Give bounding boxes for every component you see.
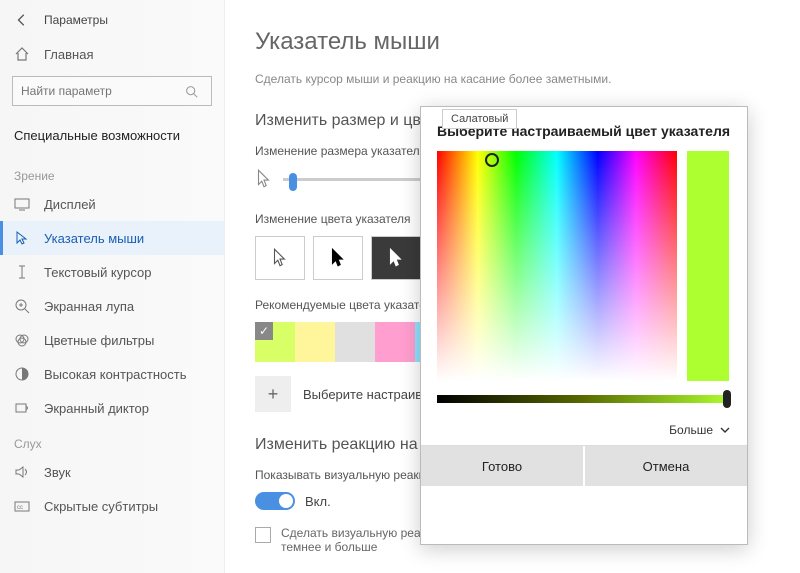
more-label: Больше (669, 423, 713, 437)
sidebar-item-label: Звук (44, 465, 71, 480)
sidebar-home[interactable]: Главная (0, 38, 224, 70)
search-icon (185, 85, 211, 98)
color-picker-popup: Выберите настраиваемый цвет указателя Бо… (420, 106, 748, 545)
sidebar-item-text-cursor[interactable]: Текстовый курсор (0, 255, 224, 289)
page-title: Указатель мыши (255, 28, 770, 56)
rec-color-3[interactable] (375, 322, 415, 362)
check-icon: ✓ (255, 322, 273, 340)
plus-icon[interactable]: + (255, 376, 291, 412)
touch-feedback-toggle[interactable] (255, 492, 295, 510)
text-cursor-icon (14, 264, 30, 280)
sidebar: Параметры Главная Специальные возможност… (0, 0, 225, 573)
header-row: Параметры (0, 8, 224, 38)
sidebar-item-display[interactable]: Дисплей (0, 187, 224, 221)
page-description: Сделать курсор мыши и реакцию на касание… (255, 72, 770, 86)
sidebar-item-label: Указатель мыши (44, 231, 144, 246)
rec-color-1[interactable] (295, 322, 335, 362)
sidebar-item-mouse-pointer[interactable]: Указатель мыши (0, 221, 224, 255)
back-icon[interactable] (14, 12, 30, 28)
magnifier-icon (14, 298, 30, 314)
narrator-icon (14, 400, 30, 416)
display-icon (14, 196, 30, 212)
group-vision: Зрение (0, 157, 224, 187)
contrast-icon (14, 366, 30, 382)
gradient-cursor[interactable] (485, 153, 499, 167)
group-hearing: Слух (0, 425, 224, 455)
pointer-icon (14, 230, 30, 246)
popup-buttons: Готово Отмена (421, 445, 747, 486)
sidebar-item-label: Текстовый курсор (44, 265, 151, 280)
color-filters-icon (14, 332, 30, 348)
cancel-button[interactable]: Отмена (583, 446, 747, 486)
search-box[interactable] (12, 76, 212, 106)
sidebar-item-color-filters[interactable]: Цветные фильтры (0, 323, 224, 357)
pointer-size-slider[interactable] (283, 178, 423, 181)
sidebar-item-high-contrast[interactable]: Высокая контрастность (0, 357, 224, 391)
search-input[interactable] (13, 84, 185, 98)
audio-icon (14, 464, 30, 480)
home-label: Главная (44, 47, 93, 62)
sidebar-item-captions[interactable]: cc Скрытые субтитры (0, 489, 224, 523)
svg-text:cc: cc (17, 505, 23, 511)
pointer-white-option[interactable] (255, 236, 305, 280)
sidebar-item-label: Скрытые субтитры (44, 499, 158, 514)
touch-darker-checkbox[interactable] (255, 527, 271, 543)
chevron-down-icon (719, 424, 731, 436)
sidebar-item-label: Экранный диктор (44, 401, 149, 416)
cursor-small-icon (255, 168, 273, 190)
color-gradient[interactable] (437, 151, 677, 381)
sidebar-item-narrator[interactable]: Экранный диктор (0, 391, 224, 425)
slider-thumb[interactable] (289, 173, 297, 191)
sidebar-item-audio[interactable]: Звук (0, 455, 224, 489)
app-title: Параметры (44, 13, 108, 27)
ok-button[interactable]: Готово (421, 446, 583, 486)
sidebar-item-label: Цветные фильтры (44, 333, 154, 348)
pointer-inverted-option[interactable] (371, 236, 421, 280)
sidebar-category: Специальные возможности (0, 118, 224, 157)
rec-color-0[interactable]: ✓ (255, 322, 295, 362)
sidebar-item-label: Экранная лупа (44, 299, 134, 314)
toggle-state: Вкл. (305, 494, 331, 509)
sidebar-item-label: Высокая контрастность (44, 367, 187, 382)
value-slider-thumb[interactable] (723, 390, 731, 408)
home-icon (14, 46, 30, 62)
color-tooltip: Салатовый (442, 109, 517, 129)
captions-icon: cc (14, 498, 30, 514)
pointer-black-option[interactable] (313, 236, 363, 280)
value-slider[interactable] (437, 395, 731, 403)
sidebar-item-label: Дисплей (44, 197, 96, 212)
rec-color-2[interactable] (335, 322, 375, 362)
sidebar-item-magnifier[interactable]: Экранная лупа (0, 289, 224, 323)
color-preview (687, 151, 729, 381)
more-toggle[interactable]: Больше (437, 423, 731, 437)
